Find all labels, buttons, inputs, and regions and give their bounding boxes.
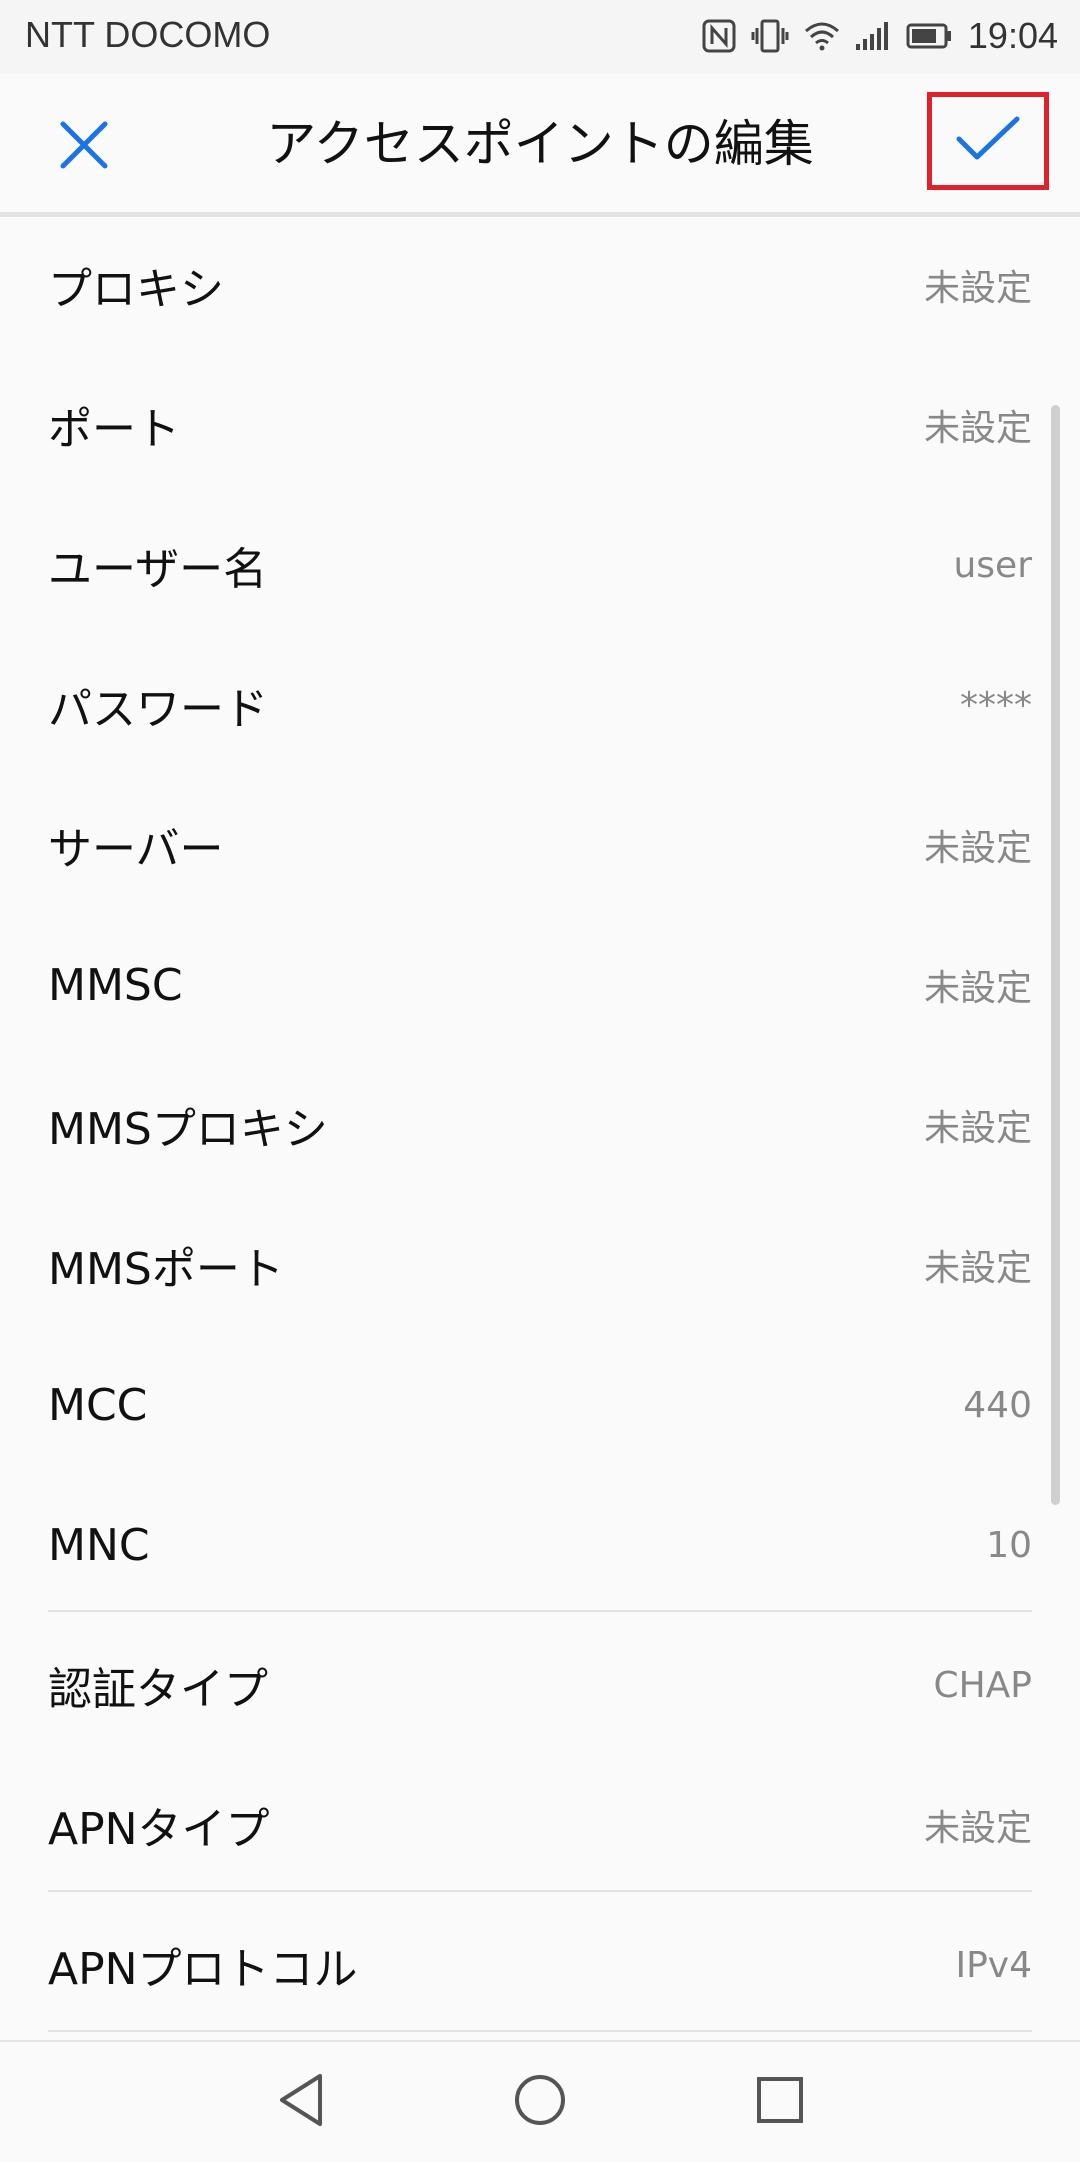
setting-label: MNC [48,1519,150,1571]
list-divider [48,1890,1032,1892]
clock: 19:04 [967,15,1058,56]
home-button[interactable] [500,2062,580,2142]
setting-row-apn-protocol[interactable]: APNプロトコル IPv4 [48,1895,1032,2035]
close-button[interactable] [44,112,124,182]
setting-row-mnc[interactable]: MNC 10 [48,1475,1032,1615]
setting-label: ポート [48,404,180,455]
app-bar: アクセスポイントの編集 [0,74,1080,217]
setting-label: MMSC [48,959,183,1011]
setting-value: 未設定 [923,408,1032,449]
back-icon [276,2072,328,2132]
confirm-button[interactable] [927,92,1049,190]
navigation-bar [0,2040,1080,2162]
check-icon [955,115,1021,167]
setting-label: MMSポート [48,1244,284,1295]
setting-row-username[interactable]: ユーザー名 user [48,495,1032,635]
status-bar: NTT DOCOMO 19:04 [0,0,1080,74]
setting-value: 未設定 [923,1108,1032,1149]
battery-icon [906,22,954,50]
setting-row-server[interactable]: サーバー 未設定 [48,775,1032,915]
setting-label: プロキシ [48,264,224,315]
nfc-icon [702,19,736,53]
setting-row-mmsc[interactable]: MMSC 未設定 [48,915,1032,1055]
setting-row-password[interactable]: パスワード **** [48,635,1032,775]
setting-label: 認証タイプ [48,1664,268,1715]
setting-value: 未設定 [923,828,1032,869]
setting-value: **** [960,684,1032,726]
setting-value: 未設定 [923,268,1032,309]
list-divider [48,2030,1032,2032]
setting-row-auth-type[interactable]: 認証タイプ CHAP [48,1615,1032,1755]
list-divider [48,1610,1032,1612]
signal-icon [854,20,892,52]
close-icon [57,118,111,176]
setting-label: MMSプロキシ [48,1104,328,1155]
page-title: アクセスポイントの編集 [266,115,814,173]
setting-value: 440 [963,1384,1032,1426]
scrollbar[interactable] [1051,405,1060,1505]
setting-row-mcc[interactable]: MCC 440 [48,1335,1032,1475]
setting-value: 未設定 [923,1248,1032,1289]
status-icons: 19:04 [702,12,1058,60]
carrier-name: NTT DOCOMO [25,14,271,55]
recents-button[interactable] [740,2062,820,2142]
wifi-icon [804,21,840,51]
setting-label: APNタイプ [48,1804,270,1855]
apn-settings-list: プロキシ 未設定 ポート 未設定 ユーザー名 user パスワード **** サ… [0,215,1080,2040]
setting-label: APNプロトコル [48,1944,358,1995]
recents-icon [755,2075,805,2129]
back-button[interactable] [262,2062,342,2142]
vibrate-icon [750,18,790,54]
setting-value: 未設定 [923,968,1032,1009]
setting-label: サーバー [48,824,224,875]
setting-label: MCC [48,1379,148,1431]
setting-value: user [953,544,1032,586]
setting-row-mms-port[interactable]: MMSポート 未設定 [48,1195,1032,1335]
setting-value: 未設定 [923,1808,1032,1849]
setting-row-mms-proxy[interactable]: MMSプロキシ 未設定 [48,1055,1032,1195]
setting-row-port[interactable]: ポート 未設定 [48,355,1032,495]
setting-label: パスワード [48,684,268,735]
home-icon [512,2072,568,2132]
setting-row-apn-type[interactable]: APNタイプ 未設定 [48,1755,1032,1895]
setting-value: IPv4 [955,1944,1032,1986]
setting-value: 10 [986,1524,1032,1566]
setting-value: CHAP [933,1664,1032,1706]
setting-row-proxy[interactable]: プロキシ 未設定 [48,215,1032,355]
setting-label: ユーザー名 [48,544,268,595]
